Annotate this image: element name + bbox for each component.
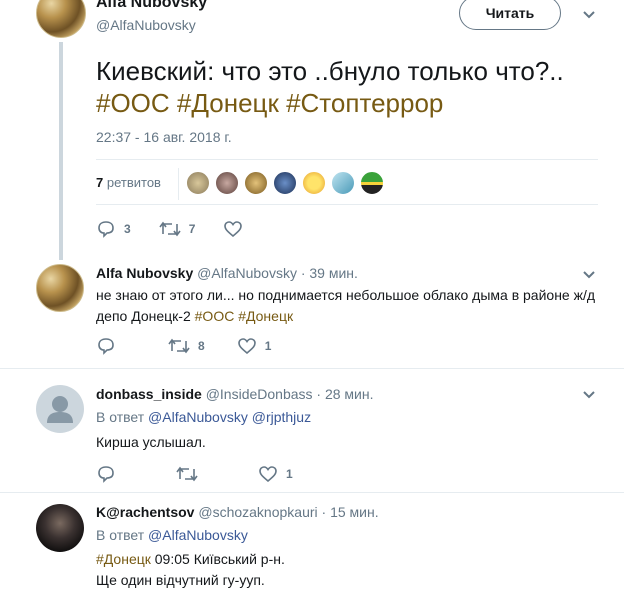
chevron-down-icon[interactable] [582,10,596,20]
avatar[interactable] [215,171,239,195]
retweet-icon [168,338,190,354]
reply-actions: 8 1 [96,337,299,355]
chevron-down-icon[interactable] [582,270,596,280]
reply-icon [98,466,114,483]
hashtag[interactable]: #Донецк [177,88,279,118]
reply-text: Кирша услышал. [96,434,206,450]
divider [0,492,624,493]
author-handle[interactable]: @InsideDonbass [206,386,313,402]
author-name[interactable]: donbass_inside [96,386,202,402]
avatar[interactable] [36,385,84,433]
reply-time[interactable]: · 39 мин. [301,265,358,281]
like-button[interactable] [223,220,243,238]
avatar[interactable] [186,171,210,195]
like-button[interactable]: 1 [237,337,271,355]
avatar[interactable] [331,171,355,195]
reply-header: donbass_inside @InsideDonbass · 28 мин. [96,386,374,402]
divider [96,159,598,160]
hashtag[interactable]: #Донецк [96,551,151,567]
like-button[interactable]: 1 [258,465,293,483]
reply-actions: 1 [96,465,321,483]
hashtag[interactable]: #Стоптеррор [286,88,443,118]
avatar[interactable] [36,504,84,552]
reply-text: не знаю от этого ли... но поднимается не… [96,287,596,324]
author-handle[interactable]: @schozaknopkauri [198,504,317,520]
author-name[interactable]: K@rachentsov [96,504,194,520]
tweet-timestamp[interactable]: 22:37 - 16 авг. 2018 г. [96,129,232,145]
avatar[interactable] [36,264,84,312]
reply-to: В ответ @AlfaNubovsky @rjpthjuz [96,409,312,425]
author-handle[interactable]: @AlfaNubovsky [96,17,196,33]
reply-icon [98,338,114,355]
retweet-icon [176,466,198,482]
heart-icon [237,338,256,355]
reply-to: В ответ @AlfaNubovsky [96,527,248,543]
author-name[interactable]: Alfa Nubovsky [96,0,207,12]
hashtag[interactable]: #Донецк [238,308,293,324]
mention-link[interactable]: @AlfaNubovsky [148,527,248,543]
hashtag[interactable]: #ООС [195,308,235,324]
reply-time[interactable]: · 15 мин. [322,504,379,520]
hashtag[interactable]: #ООС [96,88,170,118]
divider [0,368,624,369]
retweets-stat[interactable]: 7 ретвитов [96,175,161,190]
author-handle[interactable]: @AlfaNubovsky [197,265,297,281]
avatar[interactable] [302,171,326,195]
reply-time[interactable]: · 28 мин. [316,386,373,402]
retweeter-avatars [186,171,384,195]
heart-icon [224,221,243,238]
avatar[interactable] [244,171,268,195]
reply-button[interactable]: 3 [96,220,131,238]
default-avatar-icon [47,396,73,423]
tweet-actions: 3 7 [96,220,271,238]
retweet-button[interactable]: 8 [168,337,205,355]
mention-link[interactable]: @AlfaNubovsky [148,409,248,425]
divider [178,168,179,200]
avatar[interactable] [273,171,297,195]
reply-icon [98,221,114,238]
retweet-button[interactable] [176,465,198,483]
mention-link[interactable]: @rjpthjuz [252,409,311,425]
chevron-down-icon[interactable] [582,390,596,400]
heart-icon [259,466,277,483]
author-name[interactable]: Alfa Nubovsky [96,265,193,281]
reply-header: Alfa Nubovsky @AlfaNubovsky · 39 мин. [96,265,358,281]
avatar[interactable] [36,0,86,38]
avatar[interactable] [360,171,384,195]
thread-line [59,42,63,260]
follow-button[interactable]: Читать [459,0,561,30]
retweet-icon [159,221,181,237]
reply-header: K@rachentsov @schozaknopkauri · 15 мин. [96,504,379,520]
reply-button[interactable] [96,337,116,355]
reply-text: #Донецк 09:05 Київський р-н. Ще один від… [96,551,285,588]
divider [96,204,598,205]
tweet-text: Киевский: что это ..бнуло только что?.. … [96,56,564,118]
retweet-button[interactable]: 7 [159,220,195,238]
reply-button[interactable] [96,465,116,483]
